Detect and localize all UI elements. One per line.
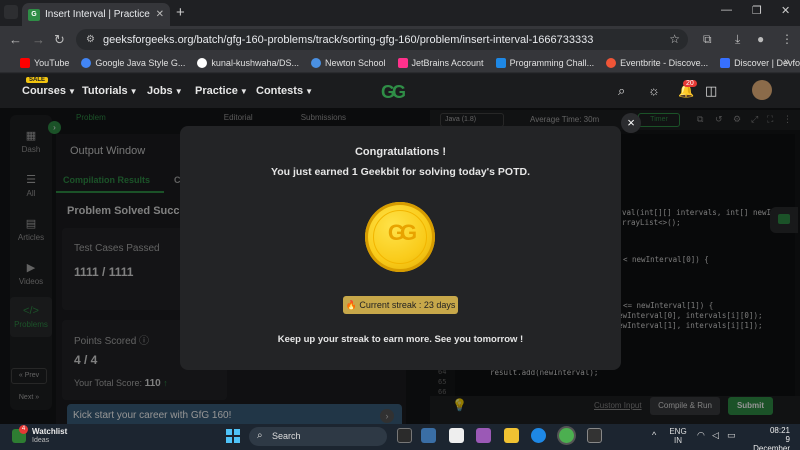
- copilot-icon[interactable]: [421, 428, 436, 443]
- bookmark-youtube[interactable]: YouTube: [20, 57, 69, 68]
- chevron-down-icon: ▼: [129, 87, 138, 96]
- task-view-icon[interactable]: [397, 428, 412, 443]
- forward-icon[interactable]: →: [32, 32, 45, 47]
- sale-badge: SALE: [26, 77, 49, 83]
- chevron-up-icon[interactable]: ^: [652, 430, 656, 440]
- potd-modal: Congratulations ! You just earned 1 Geek…: [180, 126, 621, 370]
- copilot-app-icon[interactable]: [476, 428, 491, 443]
- extensions-icon[interactable]: ⧉: [703, 32, 712, 47]
- close-window-icon[interactable]: ✕: [781, 4, 790, 17]
- watchlist-title: Watchlist: [32, 427, 68, 436]
- browser-tab-strip: G Insert Interval | Practice | Geeksfo ✕…: [0, 0, 800, 26]
- tab-search-button[interactable]: [4, 5, 18, 19]
- language-indicator[interactable]: ENG IN: [668, 427, 688, 445]
- tab-title: Insert Interval | Practice | Geeksfo: [45, 9, 151, 20]
- watchlist-badge: 4: [19, 425, 28, 434]
- bookmarks-bar: YouTube Google Java Style G... kunal-kus…: [0, 53, 800, 73]
- bookmark-programming[interactable]: Programming Chall...: [495, 57, 594, 68]
- browser-toolbar: ← → ↻ ⚙ geeksforgeeks.org/batch/gfg-160-…: [0, 26, 800, 53]
- notification-count: 20: [683, 80, 697, 87]
- fire-icon: 🔥: [345, 300, 357, 310]
- close-modal-button[interactable]: ×: [621, 113, 641, 133]
- nav-jobs[interactable]: Jobs ▼: [147, 85, 183, 97]
- chrome-icon[interactable]: [559, 428, 574, 443]
- streak-badge: 🔥 Current streak : 23 days: [343, 296, 458, 314]
- bookmark-github[interactable]: kunal-kushwaha/DS...: [197, 57, 299, 68]
- modal-subtitle: You just earned 1 Geekbit for solving to…: [270, 166, 531, 178]
- chevron-down-icon: ▼: [305, 87, 313, 96]
- minimize-icon[interactable]: —: [721, 4, 732, 16]
- nav-contests[interactable]: Contests ▼: [256, 85, 313, 97]
- site-info-icon[interactable]: ⚙: [86, 34, 95, 45]
- bookmark-eventbrite[interactable]: Eventbrite - Discove...: [606, 57, 708, 68]
- close-tab-icon[interactable]: ✕: [156, 9, 164, 20]
- file-explorer-icon[interactable]: [504, 428, 519, 443]
- bookmark-newton[interactable]: Newton School: [310, 57, 386, 68]
- bookmark-google-java[interactable]: Google Java Style G...: [81, 57, 185, 68]
- url-text: geeksforgeeks.org/batch/gfg-160-problems…: [102, 33, 594, 46]
- gfg-favicon-icon: G: [28, 8, 40, 21]
- chevron-down-icon: ▼: [174, 87, 183, 96]
- browser-tab-active[interactable]: G Insert Interval | Practice | Geeksfo ✕: [22, 3, 170, 26]
- search-icon[interactable]: ⌕: [618, 83, 625, 99]
- devfolio-icon: [720, 57, 731, 68]
- nav-practice[interactable]: Practice ▼: [195, 85, 248, 97]
- download-icon[interactable]: ⤓: [735, 32, 740, 47]
- browser-menu-icon[interactable]: ⋮: [781, 32, 793, 46]
- restore-icon[interactable]: ❐: [752, 4, 762, 17]
- wifi-icon[interactable]: ◠: [697, 430, 705, 441]
- nav-courses[interactable]: Courses ▼: [22, 85, 76, 97]
- github-icon: [197, 57, 208, 68]
- terminal-icon[interactable]: [587, 428, 602, 443]
- jetbrains-icon: [397, 57, 408, 68]
- avatar[interactable]: [752, 80, 772, 100]
- taskbar-search[interactable]: ⌕ Search: [249, 427, 387, 446]
- site-nav: SALE Courses ▼ Tutorials ▼ Jobs ▼ Practice ▼…: [0, 74, 800, 108]
- clock[interactable]: 08:21 9 December: [748, 426, 790, 450]
- google-icon: [81, 57, 92, 68]
- address-bar[interactable]: ⚙ geeksforgeeks.org/batch/gfg-160-proble…: [76, 29, 688, 50]
- coin-gfg-logo: GG: [387, 220, 417, 245]
- programming-icon: [495, 57, 506, 68]
- profile-icon[interactable]: ●: [757, 32, 764, 46]
- edge-icon[interactable]: [531, 428, 546, 443]
- eventbrite-icon: [606, 57, 617, 68]
- theme-toggle-icon[interactable]: ☼: [648, 83, 660, 98]
- new-tab-button[interactable]: +: [176, 4, 185, 21]
- calendar-app-icon[interactable]: [449, 428, 464, 443]
- geekbits-icon[interactable]: ◫: [705, 83, 717, 99]
- battery-icon[interactable]: ▭: [727, 430, 736, 441]
- chevron-down-icon: ▼: [68, 87, 76, 96]
- reload-icon[interactable]: ↻: [54, 32, 65, 48]
- volume-icon[interactable]: ◁: [712, 430, 719, 441]
- search-label: Search: [272, 431, 301, 441]
- modal-footer-text: Keep up your streak to earn more. See yo…: [277, 334, 524, 345]
- windows-start-icon[interactable]: [226, 429, 240, 443]
- search-icon: ⌕: [257, 430, 263, 441]
- watchlist-subtitle: Ideas: [32, 437, 50, 444]
- bookmark-star-icon[interactable]: ☆: [669, 32, 680, 46]
- geekbit-coin-icon: GG: [365, 202, 435, 272]
- youtube-icon: [20, 57, 30, 68]
- modal-title: Congratulations !: [354, 146, 447, 158]
- back-icon[interactable]: ←: [9, 32, 22, 47]
- bookmark-jetbrains[interactable]: JetBrains Account: [397, 57, 484, 68]
- bookmarks-more-icon[interactable]: »: [784, 56, 790, 68]
- newton-icon: [310, 57, 321, 68]
- chevron-down-icon: ▼: [239, 87, 248, 96]
- nav-tutorials[interactable]: Tutorials ▼: [82, 85, 138, 97]
- gfg-logo[interactable]: GG: [381, 82, 406, 103]
